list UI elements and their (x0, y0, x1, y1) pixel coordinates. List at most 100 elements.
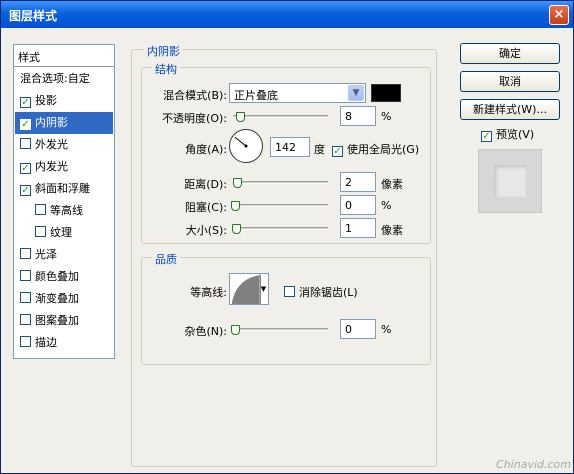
checkbox-icon[interactable] (35, 226, 46, 237)
style-list-item-label: 混合选项:自定 (20, 72, 90, 85)
angle-dial[interactable] (229, 129, 263, 163)
style-list-item-label: 颜色叠加 (35, 270, 79, 283)
opacity-label: 不透明度(O): (162, 112, 227, 125)
anti-alias-label: 消除锯齿(L) (299, 286, 358, 299)
style-list-item[interactable]: ✓ 内阴影 (15, 112, 113, 134)
structure-group: 结构 混合模式(B): 正片叠底 ▼ 不透明度(O): 8 % 角度(A): 1… (141, 61, 431, 244)
choke-label: 阻塞(C): (185, 201, 227, 214)
checkbox-icon[interactable] (20, 314, 31, 325)
global-light-label: 使用全局光(G) (347, 143, 420, 156)
size-slider[interactable] (233, 227, 328, 230)
style-list-item-label: 内阴影 (35, 116, 68, 129)
cancel-button[interactable]: 取消 (460, 71, 560, 92)
inner-shadow-title: 内阴影 (144, 43, 183, 59)
noise-unit: % (381, 323, 392, 336)
style-list-item-label: 等高线 (50, 204, 83, 217)
dialog-body: 样式 混合选项:自定 ✓ 投影 ✓ 内阴影外发光 ✓ 内发光 ✓ 斜面和浮雕等高线纹理光泽颜色叠… (1, 28, 573, 473)
choke-slider-thumb[interactable] (231, 201, 240, 211)
style-list-item[interactable]: 等高线 (15, 200, 113, 222)
size-unit: 像素 (381, 224, 403, 237)
new-style-button[interactable]: 新建样式(W)... (460, 99, 560, 120)
choke-slider[interactable] (233, 204, 328, 207)
contour-picker[interactable]: ▼ (229, 273, 269, 305)
quality-group: 品质 等高线: ▼ 消除锯齿(L) 杂色(N): 0 % (141, 251, 431, 365)
style-list-item[interactable]: 外发光 (15, 134, 113, 156)
inner-shadow-panel: 内阴影 结构 混合模式(B): 正片叠底 ▼ 不透明度(O): 8 % 角度(A… (131, 43, 441, 467)
style-list-item[interactable]: 光泽 (15, 244, 113, 266)
distance-label: 距离(D): (184, 178, 227, 191)
style-list-item-label: 纹理 (50, 226, 72, 239)
checkbox-icon: ✓ (332, 146, 343, 157)
choke-input[interactable]: 0 (340, 195, 376, 215)
close-button[interactable]: × (549, 5, 569, 25)
checkbox-icon: ✓ (481, 131, 492, 142)
checkbox-icon[interactable] (20, 292, 31, 303)
choke-unit: % (381, 199, 392, 212)
style-list: 样式 混合选项:自定 ✓ 投影 ✓ 内阴影外发光 ✓ 内发光 ✓ 斜面和浮雕等高线纹理光泽颜色叠… (13, 44, 115, 359)
angle-input[interactable]: 142 (270, 137, 310, 157)
noise-slider-thumb[interactable] (231, 325, 240, 335)
style-list-item[interactable]: 描边 (15, 332, 113, 354)
checkbox-icon (284, 286, 295, 297)
watermark-text: Chinavid.com (496, 458, 571, 471)
style-list-item[interactable]: ✓ 投影 (15, 90, 113, 112)
size-input[interactable]: 1 (340, 218, 376, 238)
style-list-item-label: 内发光 (35, 160, 68, 173)
distance-slider[interactable] (233, 181, 328, 184)
blend-mode-value: 正片叠底 (234, 89, 278, 102)
preview-checkbox[interactable]: ✓ 预览(V) (481, 126, 534, 142)
layer-style-dialog: 图层样式 × 样式 混合选项:自定 ✓ 投影 ✓ 内阴影外发光 ✓ 内发光 ✓ 斜面和浮雕等高线… (0, 0, 574, 474)
style-list-item[interactable]: ✓ 斜面和浮雕 (15, 178, 113, 200)
window-title: 图层样式 (9, 9, 58, 23)
preview-swatch (494, 165, 526, 197)
checkbox-icon[interactable] (20, 270, 31, 281)
style-list-item[interactable]: ✓ 内发光 (15, 156, 113, 178)
opacity-input[interactable]: 8 (340, 106, 376, 126)
blend-color-swatch[interactable] (371, 84, 401, 102)
angle-dial-needle-icon (234, 137, 248, 148)
opacity-slider[interactable] (233, 115, 328, 118)
style-list-item-label: 图案叠加 (35, 314, 79, 327)
checkbox-icon[interactable] (20, 336, 31, 347)
preview-label: 预览(V) (496, 128, 535, 141)
checkbox-icon[interactable] (20, 138, 31, 149)
blend-mode-select[interactable]: 正片叠底 ▼ (229, 83, 366, 103)
noise-slider[interactable] (233, 328, 328, 331)
style-list-item-label: 光泽 (35, 248, 57, 261)
quality-title: 品质 (152, 251, 180, 267)
size-slider-thumb[interactable] (232, 224, 241, 234)
noise-input[interactable]: 0 (340, 319, 376, 339)
style-list-item[interactable]: 图案叠加 (15, 310, 113, 332)
distance-slider-thumb[interactable] (233, 178, 242, 188)
checkbox-icon[interactable] (20, 248, 31, 259)
distance-input[interactable]: 2 (340, 172, 376, 192)
style-list-item-label: 外发光 (35, 138, 68, 151)
style-list-item[interactable]: 颜色叠加 (15, 266, 113, 288)
contour-label: 等高线: (190, 286, 227, 299)
style-list-item-label: 描边 (35, 336, 57, 349)
checkbox-icon[interactable]: ✓ (20, 97, 31, 108)
style-list-item-label: 斜面和浮雕 (35, 182, 90, 195)
checkbox-icon[interactable] (35, 204, 46, 215)
size-label: 大小(S): (185, 224, 227, 237)
anti-alias-checkbox[interactable]: 消除锯齿(L) (284, 284, 358, 300)
ok-button[interactable]: 确定 (460, 43, 560, 64)
checkbox-icon[interactable]: ✓ (20, 119, 31, 130)
style-list-item-label: 投影 (35, 94, 57, 107)
checkbox-icon[interactable]: ✓ (20, 163, 31, 174)
checkbox-icon[interactable]: ✓ (20, 185, 31, 196)
style-list-item[interactable]: 渐变叠加 (15, 288, 113, 310)
structure-title: 结构 (152, 61, 180, 77)
style-list-item[interactable]: 纹理 (15, 222, 113, 244)
opacity-slider-thumb[interactable] (236, 112, 245, 122)
chevron-down-icon: ▼ (348, 85, 364, 101)
opacity-unit: % (381, 110, 392, 123)
contour-curve-icon (232, 275, 261, 304)
angle-unit: 度 (314, 143, 325, 156)
style-list-header[interactable]: 样式 (14, 45, 114, 67)
style-preview (478, 149, 542, 213)
title-bar[interactable]: 图层样式 × (1, 1, 573, 28)
style-list-item[interactable]: 混合选项:自定 (15, 68, 113, 90)
chevron-down-icon: ▼ (259, 274, 267, 304)
global-light-checkbox[interactable]: ✓ 使用全局光(G) (332, 141, 419, 157)
